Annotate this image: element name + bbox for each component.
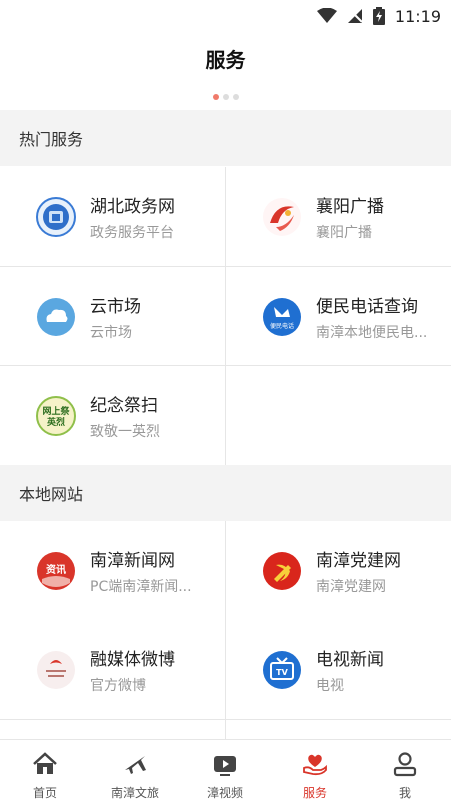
tab-label: 首页 <box>32 786 57 800</box>
battery-icon <box>372 7 385 25</box>
site-desc: PC端南漳新闻... <box>90 579 192 595</box>
bottom-tab-bar: 首页 南漳文旅 漳视频 服务 我 <box>0 739 451 803</box>
wifi-icon <box>316 8 337 23</box>
site-item-party-building[interactable]: 南漳党建网 南漳党建网 <box>226 521 451 620</box>
service-name: 便民电话查询 <box>316 297 418 317</box>
plane-icon <box>125 756 146 774</box>
title-bar: 服务 <box>0 32 451 100</box>
service-name: 纪念祭扫 <box>90 396 158 416</box>
service-item-hubei-gov[interactable]: 湖北政务网 政务服务平台 <box>0 167 225 266</box>
status-time: 11:19 <box>394 6 441 26</box>
service-desc: 南漳本地便民电... <box>316 325 428 341</box>
service-item-memorial[interactable]: 网上祭 英烈 纪念祭扫 致敬一英烈 <box>0 366 225 465</box>
tab-service[interactable]: 服务 <box>270 740 360 803</box>
xiangyang-radio-icon <box>262 197 302 237</box>
tv-icon: TV <box>262 650 302 690</box>
news-icon: 资讯 <box>36 551 76 591</box>
service-desc: 致敬一英烈 <box>90 424 160 440</box>
memorial-icon-line2: 英烈 <box>46 416 65 428</box>
service-desc: 襄阳广播 <box>316 225 372 241</box>
home-icon <box>33 752 57 774</box>
heart-hand-icon <box>303 754 327 776</box>
site-name: 电视新闻 <box>316 650 384 670</box>
phone-lookup-icon-label: 便民电话 <box>270 322 294 330</box>
news-icon-label: 资讯 <box>46 563 66 576</box>
tv-icon-label: TV <box>276 668 288 677</box>
tab-home[interactable]: 首页 <box>0 740 90 803</box>
memorial-icon-line1: 网上祭 <box>42 405 70 417</box>
tab-label: 我 <box>398 786 411 800</box>
memorial-icon: 网上祭 英烈 <box>36 396 76 436</box>
site-desc: 官方微博 <box>90 678 146 694</box>
site-name: 南漳新闻网 <box>90 551 175 571</box>
site-desc: 电视 <box>316 678 344 694</box>
status-bar: 11:19 <box>0 0 451 32</box>
page-dot-active <box>212 94 219 100</box>
page-dot <box>222 94 229 100</box>
service-desc: 政务服务平台 <box>90 225 174 241</box>
site-item-nanzhang-news[interactable]: 资讯 南漳新闻网 PC端南漳新闻... <box>0 521 225 620</box>
service-item-phone-lookup[interactable]: 便民电话 便民电话查询 南漳本地便民电... <box>226 267 451 366</box>
site-item-media-weibo[interactable]: 融媒体微博 官方微博 <box>0 620 225 719</box>
tab-zhang-video[interactable]: 漳视频 <box>180 740 270 803</box>
service-name: 襄阳广播 <box>316 197 384 217</box>
tab-label: 服务 <box>302 786 327 800</box>
tab-label: 漳视频 <box>206 786 243 800</box>
service-desc: 云市场 <box>90 325 132 341</box>
tab-nanzhang-tourism[interactable]: 南漳文旅 <box>90 740 180 803</box>
video-icon <box>214 756 236 776</box>
site-name: 南漳党建网 <box>316 551 401 571</box>
section-title: 热门服务 <box>19 130 84 149</box>
hubei-gov-icon <box>36 197 76 237</box>
site-desc: 南漳党建网 <box>316 579 386 595</box>
empty-cell <box>226 366 451 465</box>
site-name: 融媒体微博 <box>90 650 175 670</box>
divider-vertical <box>225 167 226 465</box>
person-icon <box>393 752 417 777</box>
site-item-tv-news[interactable]: TV 电视新闻 电视 <box>226 620 451 719</box>
party-emblem-icon <box>262 551 302 591</box>
phone-lookup-icon: 便民电话 <box>262 297 302 337</box>
page-indicator <box>0 94 451 100</box>
service-item-cloud-market[interactable]: 云市场 云市场 <box>0 267 225 366</box>
section-title: 本地网站 <box>19 485 84 504</box>
page-dot <box>232 94 239 100</box>
tab-label: 南漳文旅 <box>110 786 159 800</box>
service-item-xiangyang-radio[interactable]: 襄阳广播 襄阳广播 <box>226 167 451 266</box>
tab-me[interactable]: 我 <box>360 740 450 803</box>
service-name: 云市场 <box>90 297 141 317</box>
status-icons: 11:19 <box>316 5 441 27</box>
cloud-market-icon <box>36 297 76 337</box>
no-signal-icon <box>347 8 363 23</box>
page-title: 服务 <box>205 48 246 72</box>
divider-vertical <box>225 521 226 739</box>
section-header-hot: 热门服务 <box>0 110 451 166</box>
weibo-icon <box>36 650 76 690</box>
section-header-local: 本地网站 <box>0 465 451 521</box>
service-name: 湖北政务网 <box>90 197 175 217</box>
